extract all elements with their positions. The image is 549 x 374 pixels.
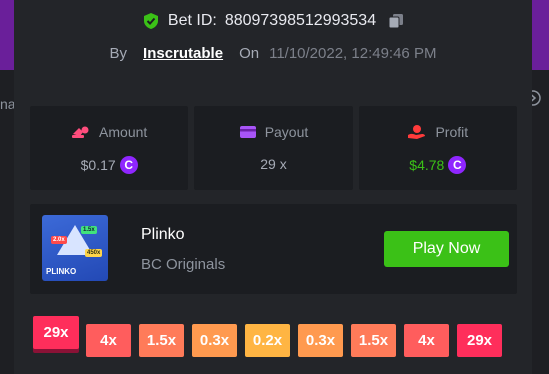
wallet-icon <box>239 126 256 138</box>
bet-datetime: 11/10/2022, 12:49:46 PM <box>269 45 437 62</box>
bet-header: Bet ID: 88097398512993534 <box>14 12 532 35</box>
game-card: 2.0x 1.5x 450x PLINKO Plinko BC Original… <box>30 204 517 294</box>
amount-label: Amount <box>99 124 148 140</box>
coin-icon: C <box>448 156 467 174</box>
background-banner-left <box>0 0 14 70</box>
payout-value-row: 29 x <box>194 156 352 172</box>
stat-payout: Payout 29 x <box>194 106 353 190</box>
play-now-button[interactable]: Play Now <box>384 231 509 267</box>
verified-shield-icon <box>143 13 158 29</box>
thumb-game-name: PLINKO <box>46 267 77 276</box>
multiplier-slot: 0.3x <box>298 324 343 357</box>
thumb-tag: 1.5x <box>81 226 97 234</box>
player-name-link[interactable]: Inscrutable <box>143 45 223 62</box>
bet-id-label: Bet ID: <box>167 12 217 29</box>
payout-label: Payout <box>264 124 309 140</box>
copy-icon[interactable] <box>388 13 404 29</box>
stat-profit: Profit $4.78 C <box>358 106 517 190</box>
multiplier-slot: 0.2x <box>245 324 290 357</box>
amount-value: $0.17 <box>80 157 116 173</box>
bet-details-modal: Bet ID: 88097398512993534 By Inscrutable… <box>14 0 532 374</box>
multiplier-slot: 4x <box>404 324 449 357</box>
bet-stats: Amount $0.17 C Payout 29 x Profit $4.78 … <box>30 106 517 190</box>
bet-id-value: 88097398512993534 <box>224 12 377 29</box>
game-title: Plinko <box>141 226 185 243</box>
multiplier-slot: 1.5x <box>351 324 396 357</box>
bet-id-row: Bet ID: 88097398512993534 <box>142 12 404 30</box>
profit-value-row: $4.78 C <box>359 156 517 174</box>
stat-payout-label-row: Payout <box>194 124 352 140</box>
payout-value: 29 x <box>260 156 287 172</box>
profit-label: Profit <box>435 124 469 140</box>
amount-value-row: $0.17 C <box>30 156 188 174</box>
game-provider: BC Originals <box>141 256 226 273</box>
multiplier-slot: 29x <box>33 316 79 349</box>
coin-icon: C <box>119 156 138 174</box>
on-label: On <box>239 45 260 62</box>
thumb-tag: 2.0x <box>51 236 67 244</box>
multiplier-slot: 1.5x <box>139 324 184 357</box>
amount-icon <box>72 126 89 138</box>
by-label: By <box>109 45 128 62</box>
multiplier-slot: 29x <box>457 324 502 357</box>
thumb-tag: 450x <box>85 249 103 257</box>
profit-value: $4.78 <box>409 157 445 173</box>
multiplier-slot: 4x <box>86 324 131 357</box>
bet-meta-row: By Inscrutable On 11/10/2022, 12:49:46 P… <box>14 45 532 62</box>
profit-hand-icon <box>408 125 426 139</box>
game-thumbnail[interactable]: 2.0x 1.5x 450x PLINKO <box>42 215 108 281</box>
stat-profit-label-row: Profit <box>359 124 517 140</box>
stat-amount-label-row: Amount <box>30 124 188 140</box>
multiplier-slot: 0.3x <box>192 324 237 357</box>
stat-amount: Amount $0.17 C <box>30 106 189 190</box>
